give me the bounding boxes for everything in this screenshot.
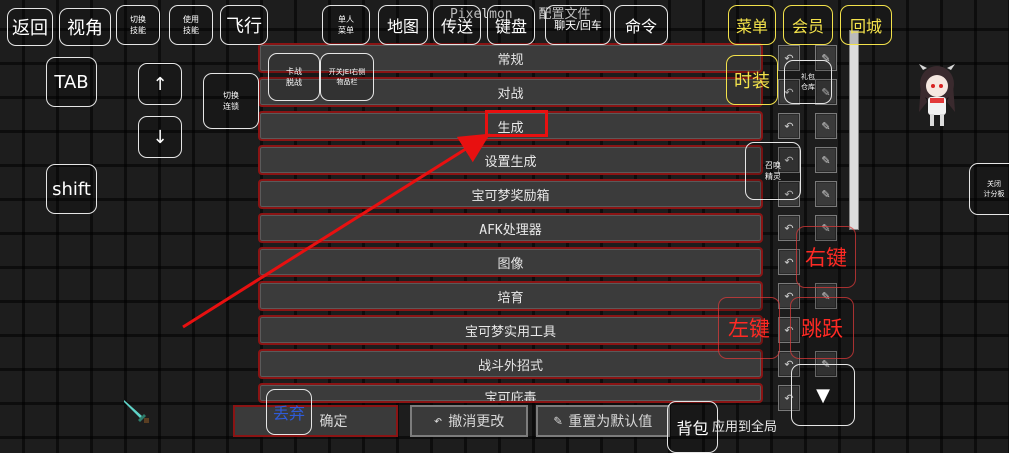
avatar: [913, 62, 961, 128]
down-triangle-button[interactable]: ▼: [791, 364, 855, 426]
view-button[interactable]: 视角: [59, 8, 111, 46]
switch-skill-button[interactable]: 切换 技能: [116, 5, 160, 45]
fashion-button[interactable]: 时装: [726, 55, 778, 105]
arrow-up-button[interactable]: ↑: [138, 63, 182, 105]
jei-toggle-button[interactable]: 开关JEI右侧 物品栏: [320, 53, 374, 101]
menu-button[interactable]: 菜单: [728, 5, 776, 45]
shift-button[interactable]: shift: [46, 164, 97, 214]
teleport-button[interactable]: 传送: [433, 5, 481, 45]
back-button[interactable]: 返回: [7, 8, 53, 46]
summon-spirit-button[interactable]: 召唤 精灵: [745, 142, 801, 200]
arrow-down-button[interactable]: ↓: [138, 116, 182, 158]
gift-box-button[interactable]: 礼包 仓库: [784, 60, 832, 104]
jump-button[interactable]: 跳跃: [790, 297, 854, 359]
sword-icon: [120, 396, 152, 432]
drop-button[interactable]: 丢弃: [266, 389, 312, 435]
confirm-button[interactable]: 确定: [233, 405, 398, 437]
chat-button[interactable]: 聊天/回车: [545, 5, 611, 45]
close-scoreboard-button[interactable]: 关闭 计分板: [969, 163, 1009, 215]
map-button[interactable]: 地图: [378, 5, 428, 45]
reset-default-button[interactable]: ✎ 重置为默认值: [536, 405, 670, 437]
return-city-button[interactable]: 回城: [840, 5, 892, 45]
switch-chain-button[interactable]: 切换 连锁: [203, 73, 259, 129]
backpack-button[interactable]: 背包: [667, 401, 718, 453]
command-button[interactable]: 命令: [614, 5, 668, 45]
left-click-button[interactable]: 左键: [718, 297, 780, 359]
use-skill-button[interactable]: 使用 技能: [169, 5, 213, 45]
apply-all-label[interactable]: 应用到全局: [712, 416, 777, 435]
single-menu-button[interactable]: 单人 菜单: [322, 5, 370, 45]
card-battle-button[interactable]: 卡战 脱战: [268, 53, 320, 101]
member-button[interactable]: 会员: [783, 5, 833, 45]
hotbar-button[interactable]: 键盘: [487, 5, 535, 45]
reset-icon: ✎: [553, 413, 563, 429]
tab-button[interactable]: TAB: [46, 57, 97, 107]
undo-icon: ↶: [433, 413, 443, 429]
right-click-button[interactable]: 右键: [796, 226, 856, 288]
undo-changes-button[interactable]: ↶ 撤消更改: [410, 405, 528, 437]
fly-button[interactable]: 飞行: [220, 5, 268, 45]
